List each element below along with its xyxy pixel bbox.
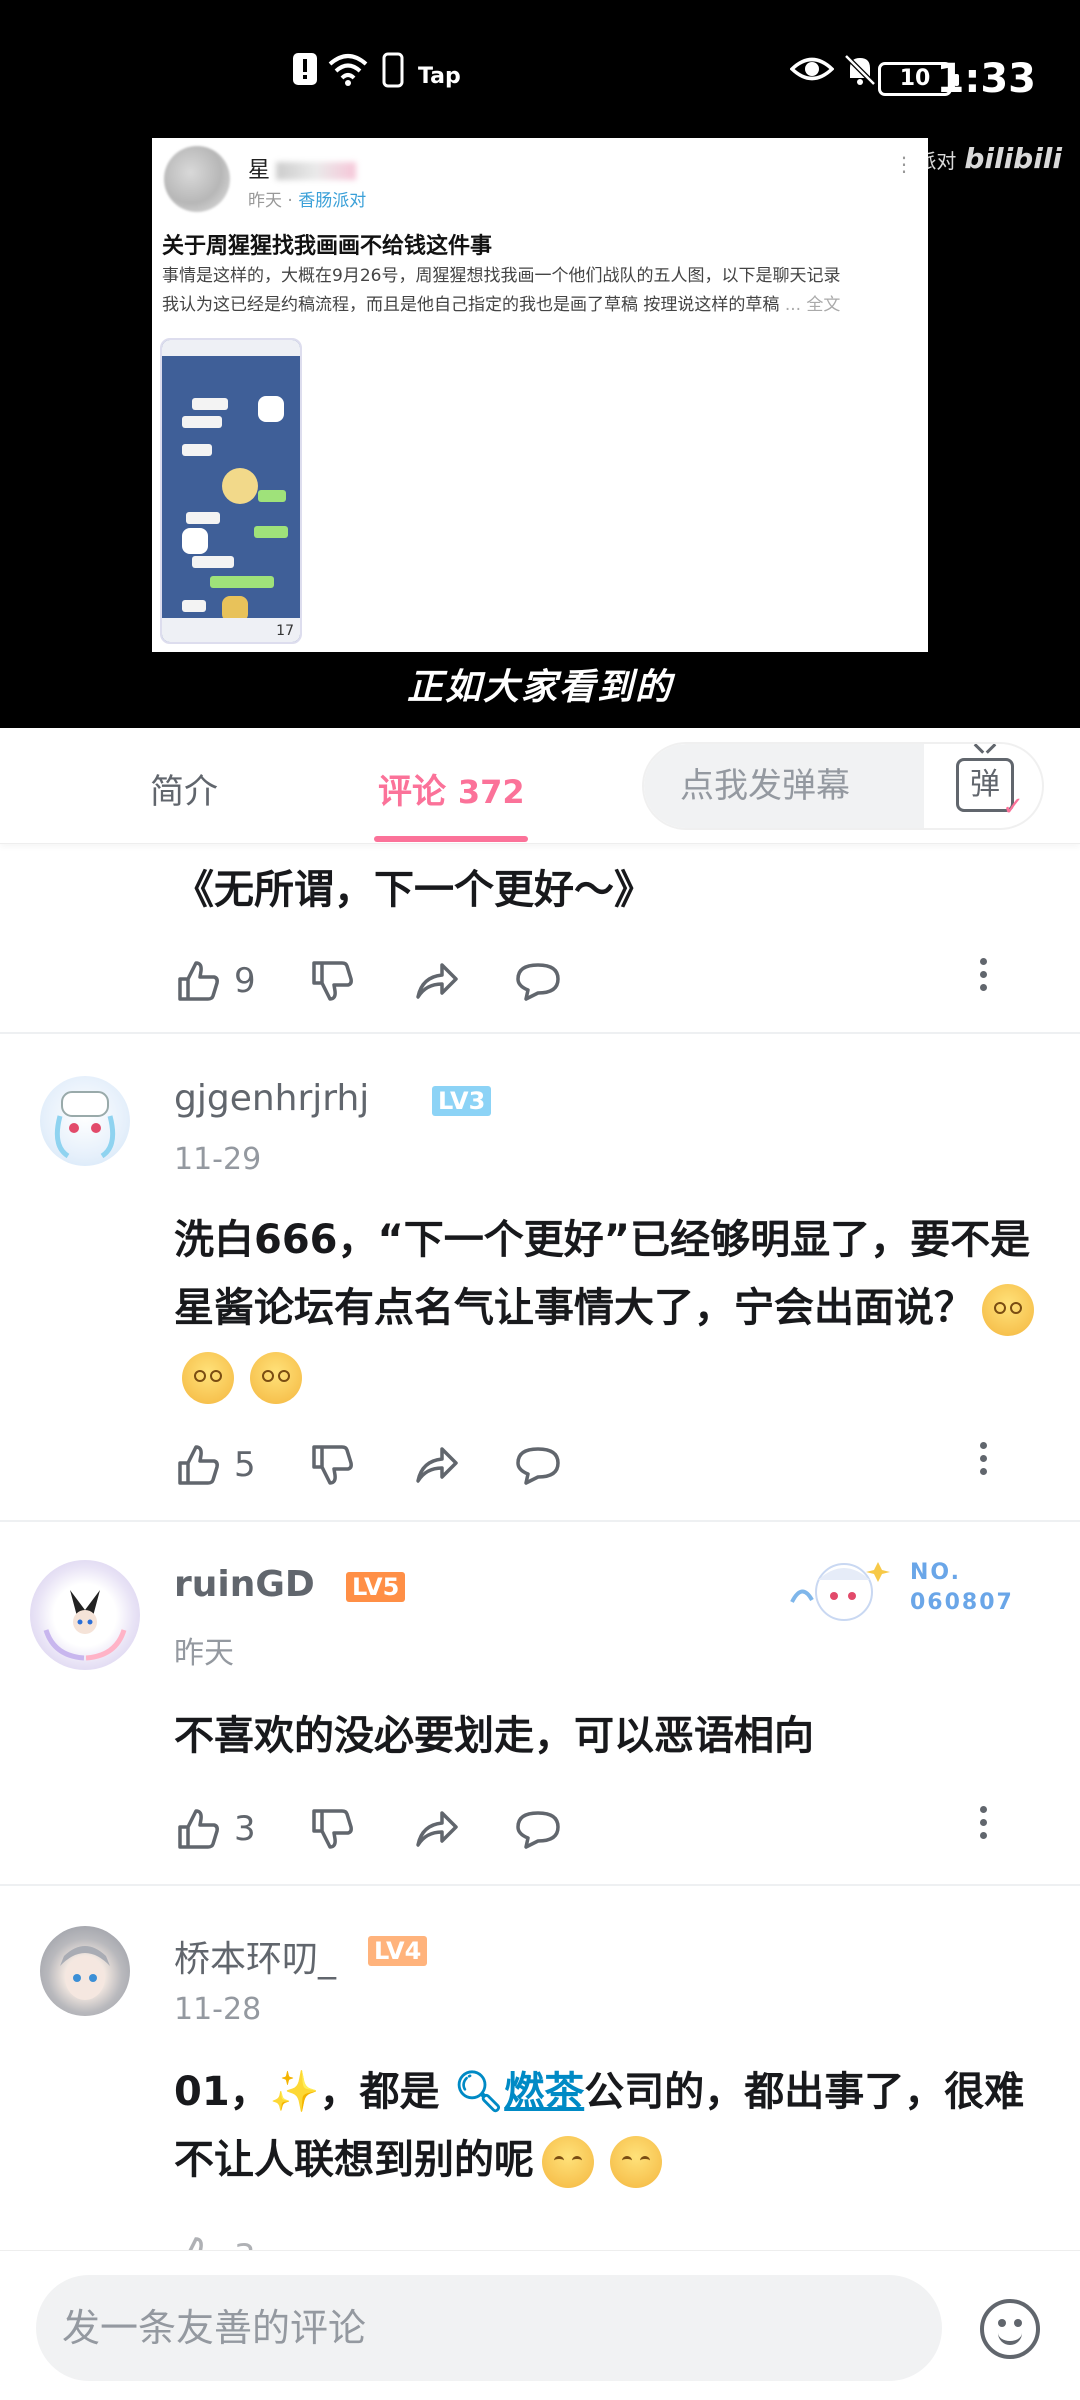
thumbs-up-icon <box>178 1809 219 1849</box>
tab-comments[interactable]: 评论 372 <box>378 764 525 813</box>
like-button[interactable]: 3 <box>174 1804 256 1854</box>
comment-input[interactable]: 发一条友善的评论 <box>36 2275 942 2381</box>
username[interactable]: ruinGD <box>174 1564 315 1605</box>
reply-button[interactable] <box>514 956 562 1006</box>
more-icon[interactable] <box>980 958 988 997</box>
active-tab-indicator <box>374 836 528 842</box>
comment-actions: 5 <box>174 1440 1044 1490</box>
alert-icon <box>292 52 317 102</box>
share-button[interactable] <box>412 956 460 1006</box>
thumbs-down-icon <box>312 961 353 1001</box>
like-button[interactable]: 3 <box>174 2232 256 2250</box>
chat-screenshot-image: 17 <box>160 338 302 644</box>
comment-compose-bar: 发一条友善的评论 <box>0 2250 1080 2400</box>
tab-bar: 简介 评论 372 点我发弹幕 弹 ✓ <box>0 728 1080 844</box>
avatar[interactable] <box>30 1560 140 1670</box>
comment-date: 11-29 <box>174 1142 262 1177</box>
post-body: 事情是这样的，大概在9月26号，周猩猩想找我画一个他们战队的五人图，以下是聊天记… <box>162 266 841 315</box>
comment-date: 11-28 <box>174 1992 262 2027</box>
comment-item: gjgenhrjrhj LV3 11-29 洗白666，“下一个更好”已经够明显… <box>0 1036 1080 1522</box>
post-more-icon: ⋮ <box>894 152 914 176</box>
post-author: 星 <box>248 152 357 184</box>
video-subtitle: 正如大家看到的 <box>406 667 673 708</box>
like-count: 9 <box>234 961 256 1001</box>
dislike-button[interactable] <box>308 1804 356 1854</box>
reply-button[interactable] <box>514 1804 562 1854</box>
check-icon: ✓ <box>1002 792 1024 822</box>
comment-text: 洗白666，“下一个更好”已经够明显了，要不是星酱论坛有点名气让事情大了，宁会出… <box>174 1206 1044 1410</box>
more-icon[interactable] <box>980 1806 988 1845</box>
comment-actions: 3 <box>174 2232 1044 2250</box>
comment-item: ruinGD LV5 昨天 NO. 060807 不喜欢的没必要划走，可以恶语相向… <box>0 1524 1080 1886</box>
dislike-button[interactable] <box>308 956 356 1006</box>
danmaku-entry[interactable]: 点我发弹幕 弹 ✓ <box>642 742 1044 830</box>
sparkles-emoji-icon: ✨ <box>269 2069 320 2115</box>
video-frame-post: 星 昨天 · 香肠派对 ⋮ 关于周猩猩找我画画不给钱这件事 事情是这样的，大概在… <box>152 138 928 652</box>
share-icon <box>416 1447 458 1483</box>
comment-item: 《无所谓，下一个更好～》 9 <box>0 846 1080 1034</box>
like-button[interactable]: 5 <box>174 1440 256 1490</box>
avatar[interactable] <box>40 1926 130 2016</box>
post-title: 关于周猩猩找我画画不给钱这件事 <box>162 234 493 259</box>
like-count: 3 <box>234 2237 256 2250</box>
smile-emoji-icon <box>542 2136 594 2188</box>
level-badge: LV5 <box>346 1572 406 1602</box>
flushed-emoji-icon <box>182 1352 234 1404</box>
level-badge: LV4 <box>368 1936 428 1966</box>
flushed-emoji-icon <box>250 1352 302 1404</box>
comment-item: 桥本环叨_ LV4 11-28 01，✨，都是 🔍︎燃茶公司的，都出事了，很难不… <box>0 1888 1080 2268</box>
mute-bell-icon <box>842 52 878 102</box>
level-badge: LV3 <box>432 1086 492 1116</box>
comment-text: 01，✨，都是 🔍︎燃茶公司的，都出事了，很难不让人联想到别的呢 <box>174 2058 1044 2194</box>
comment-text: 不喜欢的没必要划走，可以恶语相向 <box>174 1713 814 1759</box>
comment-actions: 9 <box>174 956 1044 1006</box>
thumbs-up-icon <box>188 2237 203 2250</box>
comment-icon <box>516 1811 560 1849</box>
like-button[interactable]: 9 <box>174 956 256 1006</box>
thumbs-up-icon <box>178 1445 219 1485</box>
like-count: 3 <box>234 1809 256 1849</box>
search-link[interactable]: 🔍︎燃茶 <box>453 2069 584 2115</box>
comment-text: 《无所谓，下一个更好～》 <box>174 867 654 913</box>
tab-intro[interactable]: 简介 <box>150 764 218 813</box>
fan-badge[interactable]: NO. 060807 <box>788 1542 1012 1642</box>
more-icon[interactable] <box>980 1442 988 1481</box>
comment-icon <box>516 1447 560 1485</box>
fan-badge-icon <box>790 1562 890 1621</box>
comment-actions: 3 <box>174 1804 1044 1854</box>
username[interactable]: gjgenhrjrhj <box>174 1078 369 1119</box>
comment-date: 昨天 <box>174 1636 234 1671</box>
eye-icon <box>789 52 835 102</box>
share-button[interactable] <box>412 1804 460 1854</box>
wifi-icon <box>328 52 368 102</box>
video-player[interactable]: Tap 10 1:33 星 昨天 · 香肠派对 ⋮ 关于周猩猩找我画画不给钱这件… <box>0 0 1080 728</box>
post-meta: 昨天 · 香肠派对 <box>248 191 367 211</box>
reply-button[interactable] <box>514 1440 562 1490</box>
avatar[interactable] <box>40 1076 130 1166</box>
share-icon <box>416 963 458 999</box>
thumbs-up-icon <box>178 961 219 1001</box>
smile-emoji-icon <box>610 2136 662 2188</box>
share-button[interactable] <box>412 1440 460 1490</box>
like-count: 5 <box>234 1445 256 1485</box>
bilibili-watermark: 派对 bilibili <box>916 142 1062 175</box>
thumbs-down-icon <box>312 1809 353 1849</box>
username[interactable]: 桥本环叨_ <box>174 1930 336 1982</box>
clock: 1:33 <box>936 56 1037 102</box>
flushed-emoji-icon <box>982 1284 1034 1336</box>
danmaku-input[interactable]: 点我发弹幕 <box>644 744 924 828</box>
search-icon: 🔍︎ <box>453 2069 505 2115</box>
share-icon <box>416 1811 458 1847</box>
phone-icon <box>382 52 404 102</box>
thumbs-down-icon <box>312 1445 353 1485</box>
emoji-picker-icon[interactable] <box>980 2299 1040 2359</box>
comment-icon <box>516 963 560 1001</box>
fan-badge-number: NO. 060807 <box>910 1560 1014 1615</box>
tap-label: Tap <box>418 64 461 89</box>
dislike-button[interactable] <box>308 1440 356 1490</box>
post-avatar <box>164 146 230 212</box>
